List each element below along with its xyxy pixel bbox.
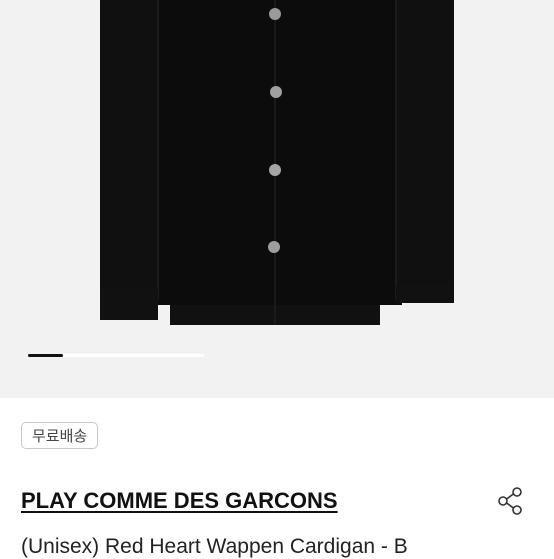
product-photo	[100, 0, 454, 325]
carousel-progress-fill	[28, 354, 64, 357]
free-shipping-badge: 무료배송	[21, 422, 99, 449]
brand-name-link[interactable]: PLAY COMME DES GARCONS	[21, 488, 338, 514]
product-title: (Unisex) Red Heart Wappen Cardigan - B	[21, 535, 408, 558]
product-image-carousel[interactable]	[0, 0, 554, 398]
carousel-progress-bar	[28, 354, 204, 357]
share-icon[interactable]	[496, 486, 526, 516]
